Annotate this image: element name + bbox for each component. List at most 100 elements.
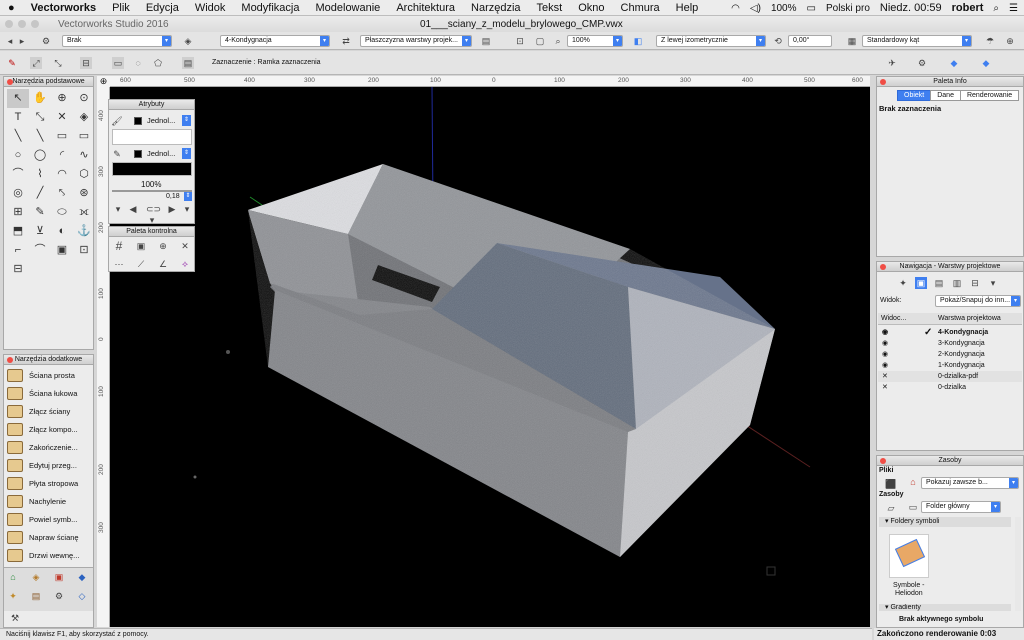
palette-close-button[interactable] [7,357,13,363]
basic-tool-icon[interactable]: ⌇ [29,165,51,184]
angle-mode-select[interactable]: Standardowy kąt ▾ [862,35,972,47]
class-icon[interactable]: ⚙ [40,35,52,47]
angle-field[interactable]: 0,00° [788,35,832,47]
camera-settings-icon[interactable]: ⚙ [916,57,928,69]
menu-vectorworks[interactable]: Vectorworks [23,2,104,14]
target-icon[interactable]: ⊕ [157,240,169,252]
tab-data[interactable]: Dane [930,90,961,101]
snap-distance-icon[interactable]: ⤡ [52,57,64,69]
basic-tool-icon[interactable]: ◐ [51,222,73,241]
dotted-line-icon[interactable]: ⋯ [113,258,125,270]
class-select[interactable]: Brak ▾ [62,35,172,47]
wifi-icon[interactable]: ◠ [731,3,740,14]
lasso-select-mode-icon[interactable]: ◌ [132,57,144,69]
basic-tool-icon[interactable]: ⊟ [7,260,29,279]
basic-tool-icon[interactable]: ╱ [29,184,51,203]
arrow-right-icon[interactable]: ▶ [166,203,178,215]
menu-help[interactable]: Help [668,2,707,14]
extra-tool-item[interactable]: Ściana łukowa [4,384,93,402]
ruler-origin[interactable]: ⊕ [97,76,110,87]
menu-narzedzia[interactable]: Narzędzia [463,2,529,14]
layer-row[interactable]: ◉ 2-Kondygnacja [878,349,1022,360]
battery-percent[interactable]: 100% [771,3,797,14]
menu-chmura[interactable]: Chmura [613,2,668,14]
nav-tab-views-icon[interactable]: ▥ [951,277,963,289]
zoom-area-icon[interactable]: ▢ [534,35,546,47]
extra-tool-item[interactable]: Ściana prosta [4,366,93,384]
symbol-thumbnail[interactable] [889,534,929,578]
basic-tool-icon[interactable]: ▭ [73,127,95,146]
back-icon[interactable]: ◂ [4,35,16,47]
resources-scrollbar[interactable] [1015,517,1021,611]
toolset-furniture-icon[interactable]: ▣ [53,571,65,583]
home-icon[interactable]: ⌂ [907,476,919,488]
clock[interactable]: Niedz. 00:59 [880,2,942,14]
visible-eye-icon[interactable]: ◉ [882,327,888,338]
visible-eye-icon[interactable]: ◉ [882,360,888,371]
line-weight-value[interactable]: 0,18 [166,193,180,200]
basic-tool-icon[interactable]: ◯ [29,146,51,165]
toolset-dims-icon[interactable]: ◆ [76,571,88,583]
basic-tool-icon[interactable]: ⤡ [29,108,51,127]
view-select[interactable]: Z lewej izometrycznie ▾ [656,35,766,47]
language-indicator[interactable]: Polski pro [826,3,870,14]
nav-tab-sheets-icon[interactable]: ▤ [933,277,945,289]
snap-grid-icon[interactable]: ⊟ [80,57,92,69]
menu-okno[interactable]: Okno [570,2,612,14]
toolset-machine-icon[interactable]: ⚙ [53,590,65,602]
menu-modelowanie[interactable]: Modelowanie [307,2,388,14]
zoom-select[interactable]: 100% ▾ [567,35,623,47]
window-minimize-button[interactable] [18,20,26,28]
extra-tool-item[interactable]: Nachylenie [4,492,93,510]
grid-snap-icon[interactable]: # [113,240,125,252]
arrow-left-icon[interactable]: ◀ [127,203,139,215]
palette-close-button[interactable] [880,79,886,85]
basic-tool-icon[interactable]: ⌒ [7,165,29,184]
basic-tool-icon[interactable]: ╲ [7,127,29,146]
polygon-select-mode-icon[interactable]: ⬠ [152,57,164,69]
diagonal-icon[interactable]: ⟋ [135,258,147,270]
basic-tool-icon[interactable]: ◠ [51,165,73,184]
basic-tool-icon[interactable]: ↖ [7,89,29,108]
pen-color-swatch[interactable] [134,150,142,158]
basic-tool-icon[interactable]: ⊞ [7,203,29,222]
preferences-icon[interactable]: ▤ [182,57,194,69]
nav-tab-refs-icon[interactable]: ⊟ [969,277,981,289]
volume-icon[interactable]: ◁) [750,3,761,14]
basic-tool-icon[interactable]: ⊕ [51,89,73,108]
layer-row[interactable]: ◉ 3-Kondygnacja [878,338,1022,349]
walkthrough-icon[interactable]: ◆ [948,57,960,69]
layer-row[interactable]: ◉ ✓ 4-Kondygnacja [878,327,1022,338]
basic-tool-icon[interactable]: T [7,108,29,127]
drawing-canvas[interactable] [110,87,870,627]
menu-edycja[interactable]: Edycja [138,2,187,14]
toolset-lighting-icon[interactable]: ⚒ [9,612,21,624]
tab-object[interactable]: Obiekt [897,90,932,101]
basic-tool-icon[interactable]: ⊙ [73,89,95,108]
extra-tool-item[interactable]: Złącz ściany [4,402,93,420]
invisible-x-icon[interactable]: ✕ [882,371,888,382]
nav-tab-more-icon[interactable]: ▾ [987,277,999,289]
files-select[interactable]: Pokazuj zawsze b... ▾ [921,477,1019,489]
flyover-icon[interactable]: ✈ [886,57,898,69]
cross-icon[interactable]: ✕ [179,240,191,252]
basic-tool-icon[interactable]: ○ [7,146,29,165]
layer-row[interactable]: ◉ 1-Kondygnacja [878,360,1022,371]
render-mode-icon[interactable]: ◆ [980,57,992,69]
invisible-x-icon[interactable]: ✕ [882,382,888,393]
page-icon[interactable]: ▤ [480,35,492,47]
toolset-spaces-icon[interactable]: ◇ [76,590,88,602]
rect-select-mode-icon[interactable]: ▭ [112,57,124,69]
layer-select[interactable]: 4-Kondygnacja ▾ [220,35,330,47]
more-icon[interactable]: ⊕ [1004,35,1016,47]
basic-tool-icon[interactable]: ⟗ [73,203,95,222]
menu-widok[interactable]: Widok [187,2,234,14]
extra-tool-item[interactable]: Złącz kompo... [4,420,93,438]
basic-tool-icon[interactable]: ⬭ [51,203,73,222]
smart-cursor-icon[interactable]: ⟡ [179,258,191,270]
toolset-site-icon[interactable]: ◈ [30,571,42,583]
angle-icon[interactable]: ∠ [157,258,169,270]
plane-icon[interactable]: ⇄ [340,35,352,47]
fill-style-dropdown[interactable]: ⇕ [182,115,191,126]
basic-tool-icon[interactable]: ◜ [51,146,73,165]
